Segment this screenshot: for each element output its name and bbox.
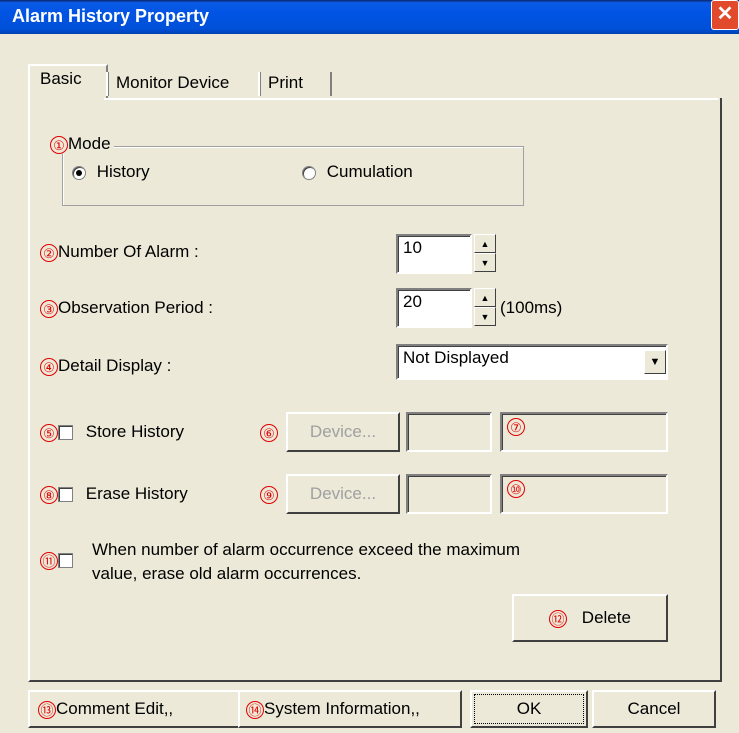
number-of-alarm-label: Number Of Alarm : [58, 242, 199, 261]
tab-monitor-device[interactable]: Monitor Device [110, 70, 235, 98]
marker-13: ⑬ [38, 700, 56, 719]
window-title: Alarm History Property [12, 6, 210, 26]
observation-period-label: Observation Period : [58, 298, 213, 317]
store-history-checkbox[interactable]: ⑤ Store History [40, 422, 184, 442]
marker-2: ② [40, 243, 58, 262]
erase-device-field[interactable] [406, 474, 492, 514]
erase-old-check-icon [58, 553, 73, 569]
detail-display-label: Detail Display : [58, 356, 172, 375]
observation-period-unit: (100ms) [500, 298, 563, 317]
erase-old-label-line2: value, erase old alarm occurrences. [92, 564, 362, 583]
title-bar: Alarm History Property ✕ [0, 0, 739, 34]
delete-button-label: Delete [581, 608, 631, 627]
observation-period-input[interactable]: 20 [396, 288, 472, 328]
marker-7: ⑦ [507, 417, 525, 436]
radio-cumulation-label: Cumulation [326, 162, 413, 181]
marker-3: ③ [40, 299, 58, 318]
detail-display-select[interactable]: Not Displayed [396, 344, 668, 380]
store-device-button[interactable]: Device... [286, 412, 400, 452]
store-history-check-icon [58, 425, 73, 441]
erase-history-check-icon [58, 487, 73, 503]
marker-4: ④ [40, 357, 58, 376]
marker-9: ⑨ [260, 484, 278, 504]
close-icon: ✕ [716, 3, 734, 25]
comment-edit-label: Comment Edit,, [56, 699, 174, 718]
observation-period-spinner[interactable]: ▲ ▼ [474, 288, 496, 328]
store-info-field[interactable]: ⑦ [500, 412, 668, 452]
system-information-label: System Information,, [264, 699, 420, 718]
number-of-alarm-input[interactable]: 10 [396, 234, 472, 274]
erase-old-label-line1: When number of alarm occurrence exceed t… [92, 540, 521, 559]
radio-history[interactable]: History [72, 162, 150, 182]
marker-9-glyph: ⑨ [260, 485, 278, 504]
observation-period-row: ③ Observation Period : [40, 298, 213, 318]
system-information-button[interactable]: ⑭ System Information,, [238, 690, 462, 728]
spin-down-icon[interactable]: ▼ [474, 307, 496, 326]
ok-button[interactable]: OK [470, 690, 588, 728]
marker-6-glyph: ⑥ [260, 423, 278, 442]
tab-basic[interactable]: Basic [34, 66, 88, 94]
spin-up-icon[interactable]: ▲ [474, 234, 496, 253]
marker-14: ⑭ [246, 700, 264, 719]
radio-history-label: History [96, 162, 150, 181]
radio-cumulation-icon [302, 165, 316, 180]
spin-up-icon[interactable]: ▲ [474, 288, 496, 307]
erase-history-checkbox[interactable]: ⑧ Erase History [40, 484, 188, 504]
erase-info-field[interactable]: ⑩ [500, 474, 668, 514]
dropdown-arrow-icon[interactable]: ▼ [644, 350, 666, 374]
comment-edit-button[interactable]: ⑬ Comment Edit,, [28, 690, 240, 728]
tab-divider [258, 72, 261, 96]
cancel-button[interactable]: Cancel [592, 690, 716, 728]
close-button[interactable]: ✕ [711, 0, 739, 30]
delete-button[interactable]: ⑫ Delete [512, 594, 668, 642]
number-of-alarm-spinner[interactable]: ▲ ▼ [474, 234, 496, 274]
erase-old-label: When number of alarm occurrence exceed t… [92, 538, 520, 586]
detail-display-row: ④ Detail Display : [40, 356, 171, 376]
erase-history-label: Erase History [85, 484, 188, 503]
erase-old-checkbox[interactable]: ⑪ [40, 550, 73, 570]
marker-8: ⑧ [40, 485, 58, 504]
erase-device-button[interactable]: Device... [286, 474, 400, 514]
detail-display-value: Not Displayed [403, 348, 509, 367]
marker-1: ① [50, 135, 68, 154]
radio-history-icon [72, 165, 86, 180]
mode-group-header: ① Mode [50, 134, 114, 154]
number-of-alarm-row: ② Number Of Alarm : [40, 242, 199, 262]
tab-print[interactable]: Print [262, 70, 309, 98]
spin-down-icon[interactable]: ▼ [474, 253, 496, 272]
mode-label: Mode [68, 134, 111, 153]
marker-5: ⑤ [40, 423, 58, 442]
radio-cumulation[interactable]: Cumulation [302, 162, 413, 182]
store-device-field[interactable] [406, 412, 492, 452]
tab-divider [330, 72, 332, 96]
marker-11: ⑪ [40, 551, 58, 570]
marker-6: ⑥ [260, 422, 278, 442]
tab-divider [106, 72, 109, 96]
marker-10: ⑩ [507, 479, 525, 498]
store-history-label: Store History [85, 422, 184, 441]
marker-12: ⑫ [549, 609, 568, 628]
